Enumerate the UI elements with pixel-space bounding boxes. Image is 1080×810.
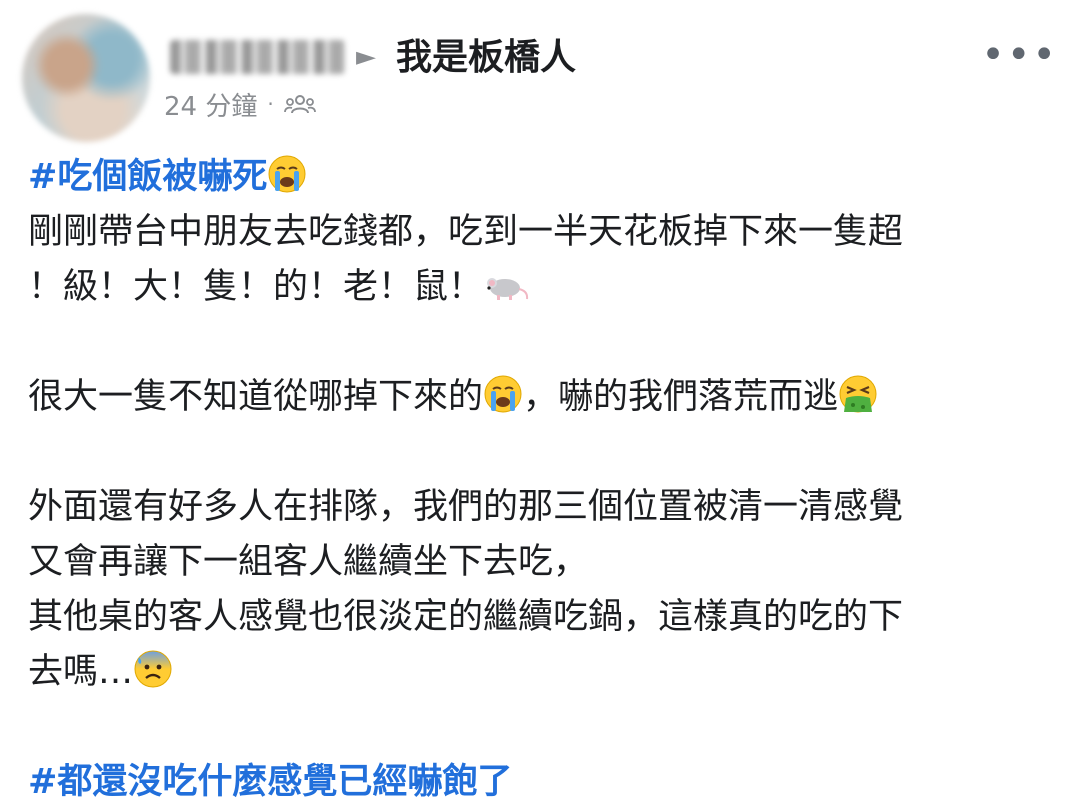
group-name-link[interactable]: 我是板橋人 <box>396 36 576 80</box>
post-line-7: 外面還有好多人在排隊，我們的那三個位置被清一清感覺 <box>28 487 904 527</box>
post-line-9: 其他桌的客人感覺也很淡定的繼續吃鍋，這樣真的吃的下 <box>28 597 904 637</box>
post-line-5: 很大一隻不知道從哪掉下來的 ，嚇的我們落荒而逃 <box>28 370 1058 425</box>
post-line-2: 剛剛帶台中朋友去吃錢都，吃到一半天花板掉下來一隻超 <box>28 212 904 252</box>
post-line-1: #吃個飯被嚇死 <box>28 150 1058 205</box>
post-text: 很大一隻不知道從哪掉下來的 <box>28 377 484 417</box>
hashtag-link[interactable]: #都還沒吃什麼感覺已經嚇飽了 <box>28 762 512 802</box>
crying-face-icon <box>483 374 523 431</box>
crying-face-icon <box>267 154 307 211</box>
anxious-face-icon <box>133 649 173 706</box>
post-meta: 24 分鐘 · <box>164 86 316 122</box>
vomiting-face-icon <box>838 374 878 431</box>
post-text: ！級！大！隻！的！老！鼠！ <box>28 267 484 307</box>
post-line-3: ！級！大！隻！的！老！鼠！ <box>28 260 1058 315</box>
mouse-icon <box>483 264 529 321</box>
post-timestamp[interactable]: 24 分鐘 <box>164 86 257 123</box>
author-avatar[interactable] <box>22 14 150 142</box>
more-options-button[interactable]: ••• <box>981 35 1058 75</box>
hashtag-link[interactable]: #吃個飯被嚇死 <box>28 157 267 197</box>
post-text: ，嚇的我們落荒而逃 <box>523 377 839 417</box>
meta-separator: · <box>267 92 274 116</box>
post-text: 去嗎… <box>28 652 134 692</box>
post-line-12: #都還沒吃什麼感覺已經嚇飽了 <box>28 755 1058 810</box>
arrow-right-icon: ► <box>356 42 376 72</box>
post-header: ► 我是板橋人 24 分鐘 · ••• <box>0 0 1080 142</box>
post-line-8: 又會再讓下一組客人繼續坐下去吃， <box>28 542 589 582</box>
post-line-10: 去嗎… <box>28 645 1058 700</box>
group-privacy-icon[interactable] <box>283 92 316 116</box>
post-body: #吃個飯被嚇死 剛剛帶台中朋友去吃錢都，吃到一半天花板掉下來一隻超 ！級！大！隻… <box>28 150 1058 810</box>
author-name-blurred[interactable] <box>170 40 345 74</box>
